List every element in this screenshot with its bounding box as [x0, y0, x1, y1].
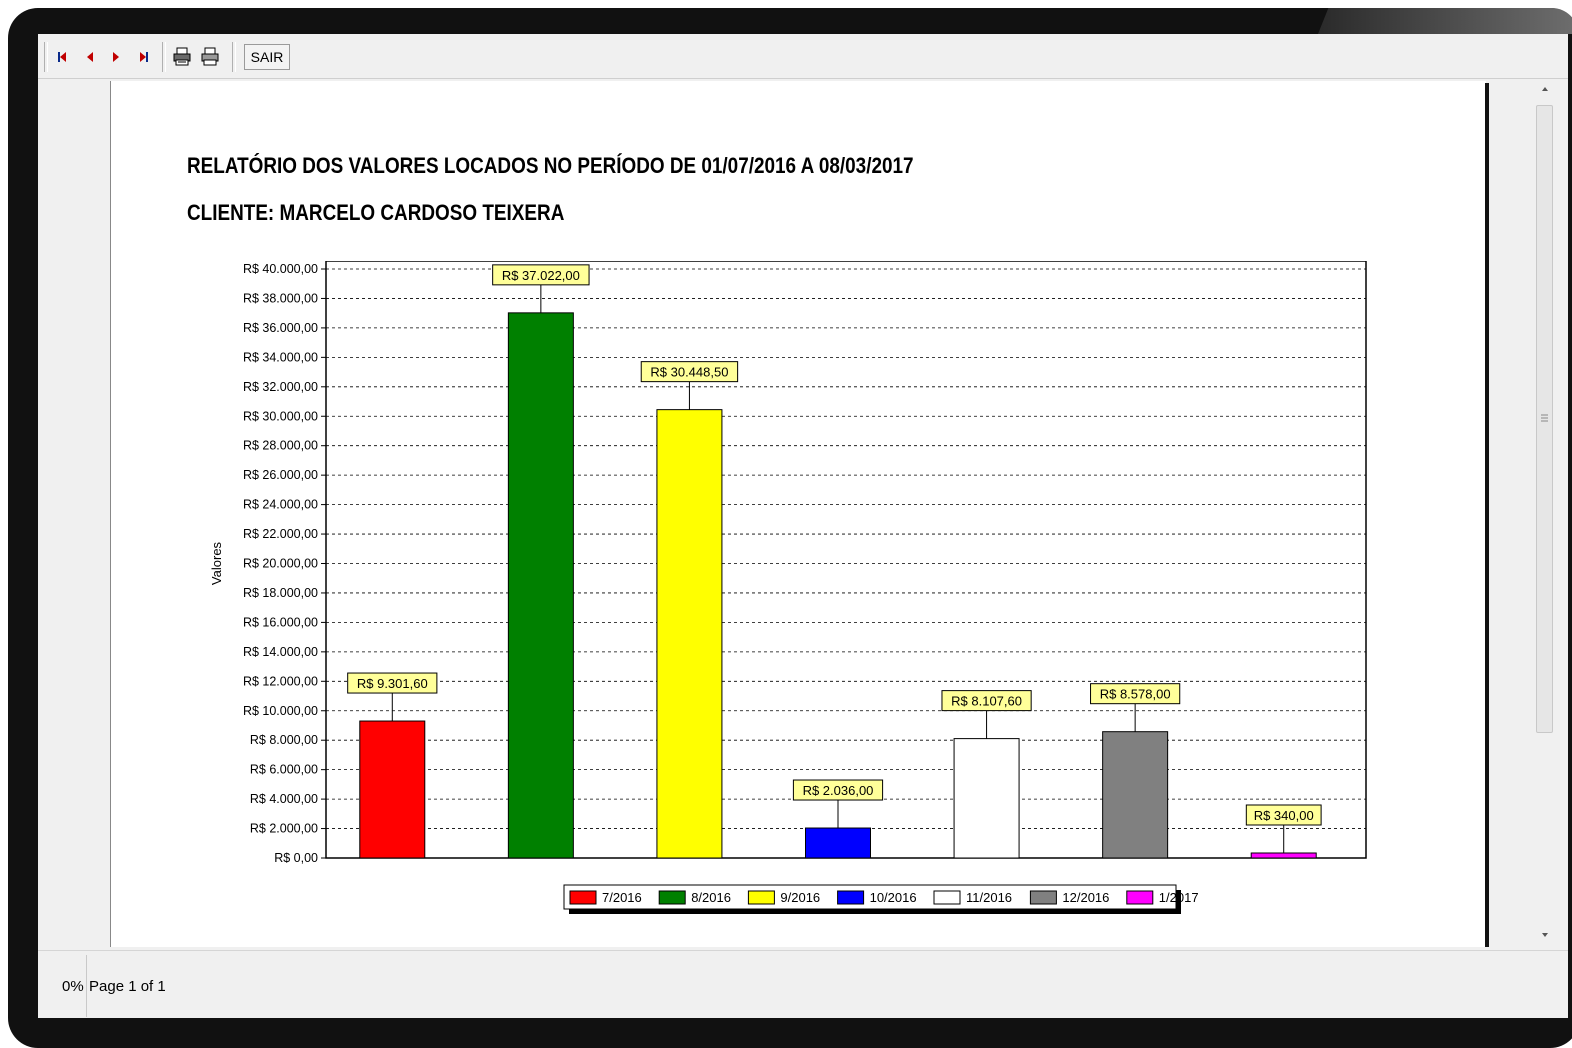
- value-label: R$ 340,00: [1254, 808, 1314, 823]
- y-tick-label: R$ 6.000,00: [250, 763, 318, 777]
- y-tick-label: R$ 8.000,00: [250, 733, 318, 747]
- print-setup-icon[interactable]: [172, 46, 192, 68]
- toolbar-separator: [162, 42, 166, 72]
- y-tick-label: R$ 24.000,00: [243, 498, 318, 512]
- y-axis-label: Valores: [209, 541, 224, 585]
- legend-label: 8/2016: [691, 890, 731, 905]
- y-tick-label: R$ 34.000,00: [243, 350, 318, 364]
- legend-swatch: [933, 890, 961, 905]
- bar-9-2016: [656, 409, 723, 859]
- frame-shine: [1318, 8, 1572, 34]
- page-shadow: [1485, 83, 1489, 947]
- legend-swatch: [747, 890, 775, 905]
- report-preview-window: SAIR RELATÓRIO DOS VALORES LOCADOS NO PE…: [38, 34, 1568, 1018]
- value-label: R$ 8.107,60: [951, 694, 1022, 709]
- status-separator: [86, 955, 87, 1017]
- legend-label: 12/2016: [1062, 890, 1109, 905]
- toolbar-separator: [44, 42, 48, 72]
- toolbar: SAIR: [38, 34, 1568, 79]
- page-indicator: Page 1 of 1: [89, 978, 166, 995]
- legend-swatch: [658, 890, 686, 905]
- bar-1-2017: [1250, 852, 1317, 859]
- legend-swatch: [1126, 890, 1154, 905]
- y-tick-label: R$ 14.000,00: [243, 645, 318, 659]
- bar-8-2016: [507, 312, 574, 859]
- grip-icon: [1541, 414, 1548, 422]
- y-tick-label: R$ 26.000,00: [243, 468, 318, 482]
- value-label: R$ 37.022,00: [502, 268, 580, 283]
- bar-7-2016: [359, 720, 426, 859]
- y-tick-label: R$ 20.000,00: [243, 557, 318, 571]
- y-tick-label: R$ 2.000,00: [250, 822, 318, 836]
- y-tick-label: R$ 18.000,00: [243, 586, 318, 600]
- value-label: R$ 2.036,00: [803, 783, 874, 798]
- legend-label: 10/2016: [870, 890, 917, 905]
- document-area: RELATÓRIO DOS VALORES LOCADOS NO PERÍODO…: [38, 79, 1536, 947]
- plot-area: [325, 261, 1367, 859]
- print-icon[interactable]: [200, 46, 220, 68]
- prev-page-icon[interactable]: [80, 46, 100, 68]
- y-tick-label: R$ 22.000,00: [243, 527, 318, 541]
- last-page-icon[interactable]: [134, 46, 154, 68]
- bar-12-2016: [1102, 731, 1169, 859]
- legend-swatch: [1029, 890, 1057, 905]
- scrollbar-thumb[interactable]: [1536, 105, 1553, 733]
- report-title: RELATÓRIO DOS VALORES LOCADOS NO PERÍODO…: [187, 153, 914, 178]
- y-tick-label: R$ 32.000,00: [243, 380, 318, 394]
- zoom-percent: 0%: [62, 978, 84, 995]
- legend-label: 9/2016: [780, 890, 820, 905]
- legend-swatch: [569, 890, 597, 905]
- bar-11-2016: [953, 738, 1020, 859]
- y-tick-label: R$ 4.000,00: [250, 792, 318, 806]
- y-tick-label: R$ 16.000,00: [243, 615, 318, 629]
- y-tick-label: R$ 10.000,00: [243, 704, 318, 718]
- y-tick-label: R$ 30.000,00: [243, 409, 318, 423]
- report-client: CLIENTE: MARCELO CARDOSO TEIXERA: [187, 200, 565, 225]
- legend-label: 11/2016: [966, 890, 1012, 905]
- scroll-up-icon[interactable]: [1534, 81, 1556, 97]
- toolbar-separator: [232, 42, 236, 72]
- y-tick-label: R$ 28.000,00: [243, 439, 318, 453]
- legend-swatch: [837, 890, 865, 905]
- y-tick-label: R$ 12.000,00: [243, 674, 318, 688]
- exit-button[interactable]: SAIR: [244, 44, 290, 70]
- y-tick-label: R$ 40.000,00: [243, 262, 318, 276]
- value-label: R$ 8.578,00: [1100, 687, 1171, 702]
- legend-label: 1/2017: [1159, 890, 1199, 905]
- y-tick-label: R$ 0,00: [274, 851, 318, 865]
- y-tick-label: R$ 36.000,00: [243, 321, 318, 335]
- first-page-icon[interactable]: [52, 46, 72, 68]
- report-page: RELATÓRIO DOS VALORES LOCADOS NO PERÍODO…: [110, 81, 1486, 947]
- y-tick-label: R$ 38.000,00: [243, 291, 318, 305]
- scroll-down-icon[interactable]: [1534, 927, 1556, 943]
- bar-chart: R$ 0,00 R$ 2.000,00 R$ 4.000,00 R$ 6.000,00…: [209, 261, 1367, 914]
- status-bar: 0% Page 1 of 1: [38, 950, 1568, 1018]
- vertical-scrollbar[interactable]: [1534, 79, 1556, 947]
- legend-label: 7/2016: [602, 890, 642, 905]
- value-label: R$ 30.448,50: [650, 365, 728, 380]
- next-page-icon[interactable]: [106, 46, 126, 68]
- value-label: R$ 9.301,60: [357, 676, 428, 691]
- bar-10-2016: [805, 827, 871, 859]
